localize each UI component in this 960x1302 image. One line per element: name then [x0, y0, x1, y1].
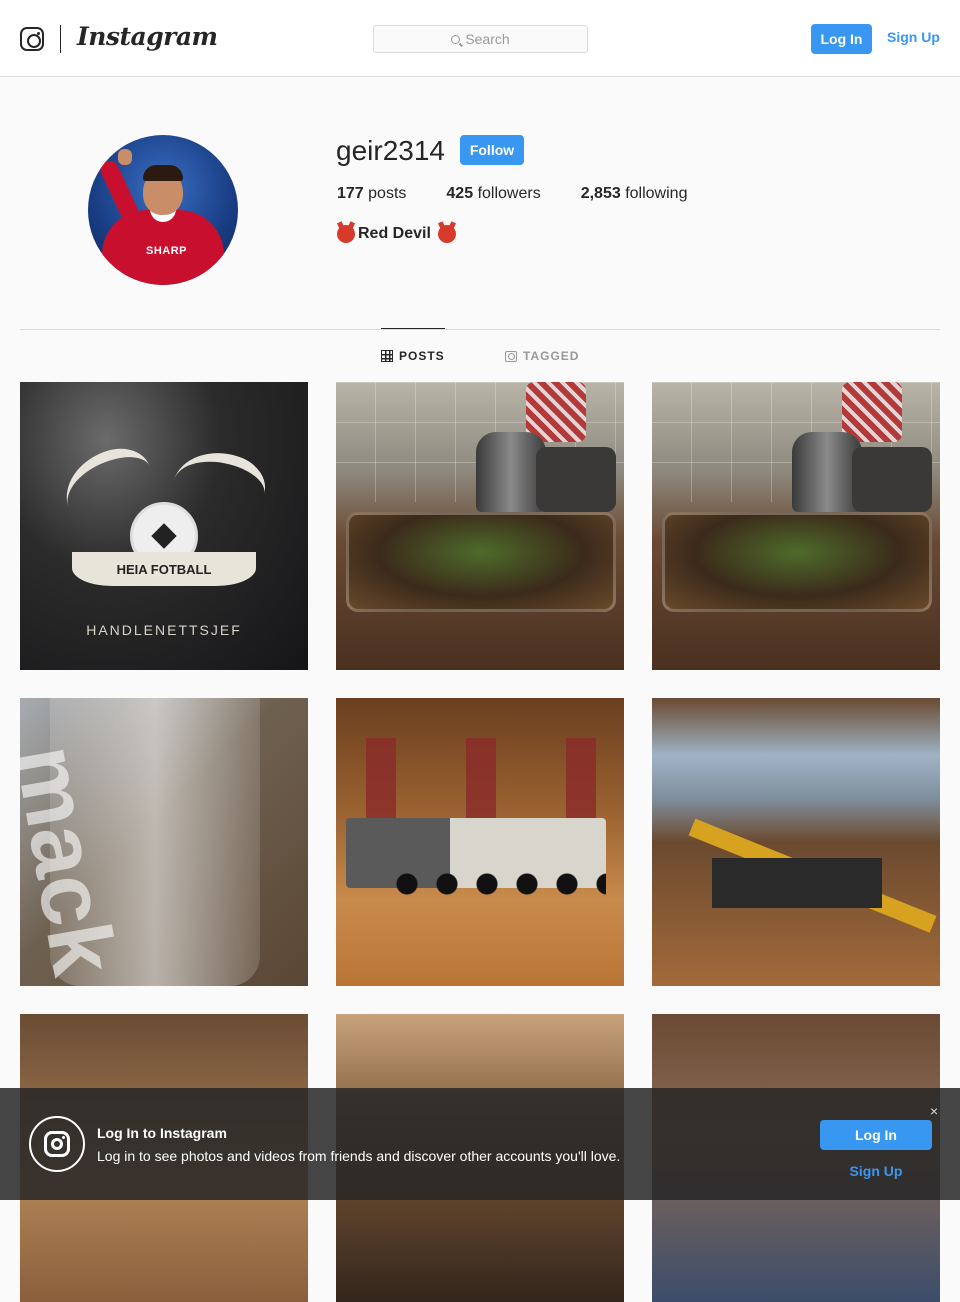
lego-truck-wheels	[396, 873, 606, 895]
bio-text: Red Devil	[358, 225, 431, 242]
food-dish	[346, 512, 616, 612]
tab-tagged-label: TAGGED	[523, 349, 580, 363]
search-placeholder: Search	[465, 31, 510, 47]
followers-label: followers	[477, 185, 541, 202]
login-prompt-title: Log In to Instagram	[97, 1125, 227, 1141]
profile-username: geir2314	[336, 135, 445, 166]
following-stat[interactable]: 2,853 following	[581, 185, 688, 203]
login-prompt-banner: Log In to Instagram Log in to see photos…	[0, 1088, 960, 1200]
search-icon	[451, 34, 461, 44]
follow-button[interactable]: Follow	[460, 135, 524, 165]
shirt-banner-text: HEIA FOTBALL	[72, 552, 256, 586]
shirt-caption-text: HANDLENETTSJEF	[86, 622, 242, 638]
post-thumbnail[interactable]: HEIA FOTBALL HANDLENETTSJEF	[20, 382, 308, 670]
login-prompt-description: Log in to see photos and videos from fri…	[97, 1148, 621, 1164]
avatar-hair	[143, 165, 183, 181]
tab-posts-label: POSTS	[399, 349, 445, 363]
login-prompt-login-button[interactable]: Log In	[820, 1120, 932, 1150]
tagged-icon	[505, 350, 517, 362]
avatar-arm	[97, 158, 141, 222]
oven-mitt	[842, 382, 902, 442]
tab-tagged[interactable]: TAGGED	[505, 349, 579, 363]
signup-link[interactable]: Sign Up	[887, 29, 940, 45]
toaster	[852, 447, 932, 512]
following-label: following	[625, 185, 688, 202]
profile-stats: 177 posts 425 followers 2,853 following	[337, 185, 687, 203]
tab-posts[interactable]: POSTS	[381, 349, 445, 363]
instagram-glyph-icon[interactable]	[20, 27, 44, 51]
top-navigation-bar: Instagram Search Log In Sign Up	[0, 0, 960, 77]
close-icon[interactable]: ×	[930, 1103, 938, 1119]
followers-count: 425	[446, 185, 474, 202]
avatar-hand	[118, 149, 132, 165]
post-thumbnail[interactable]	[336, 382, 624, 670]
active-tab-indicator	[381, 328, 445, 329]
login-button[interactable]: Log In	[811, 24, 872, 54]
followers-stat[interactable]: 425 followers	[446, 185, 540, 203]
devil-emoji-icon	[337, 225, 355, 243]
oven-mitt	[526, 382, 586, 442]
search-input[interactable]: Search	[373, 25, 588, 53]
avatar-sponsor-text: SHARP	[146, 245, 188, 257]
post-thumbnail[interactable]	[336, 698, 624, 986]
instagram-wordmark[interactable]: Instagram	[77, 22, 218, 51]
post-thumbnail[interactable]: mack	[20, 698, 308, 986]
avatar[interactable]: SHARP	[88, 135, 238, 285]
instagram-glyph-icon	[29, 1116, 85, 1172]
post-thumbnail[interactable]	[652, 698, 940, 986]
instagram-glyph-inner	[44, 1131, 70, 1157]
logo-divider	[60, 25, 61, 53]
login-prompt-signup-link[interactable]: Sign Up	[820, 1163, 932, 1179]
posts-stat: 177 posts	[337, 185, 406, 203]
grid-icon	[381, 350, 393, 362]
posts-label: posts	[368, 185, 407, 202]
posts-count: 177	[337, 185, 364, 202]
following-count: 2,853	[580, 185, 621, 202]
tabs-divider	[20, 329, 940, 330]
devil-emoji-icon	[437, 225, 456, 243]
post-thumbnail[interactable]	[652, 382, 940, 670]
dining-chairs	[336, 738, 624, 818]
food-dish	[662, 512, 932, 612]
lego-crane-base	[712, 858, 882, 908]
toaster	[536, 447, 616, 512]
profile-bio: Red Devil	[337, 225, 456, 243]
